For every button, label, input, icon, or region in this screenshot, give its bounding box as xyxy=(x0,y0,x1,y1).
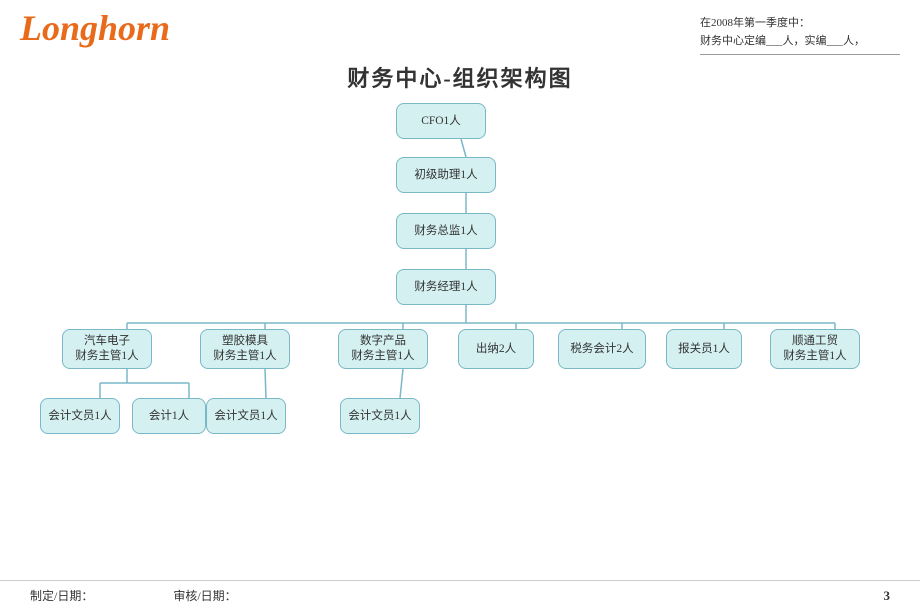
org-chart: CFO1人 初级助理1人 财务总监1人 财务经理1人 汽车电子 财务主管1人 塑… xyxy=(0,103,920,483)
review-label: 审核/日期： xyxy=(173,587,236,604)
node-shuntong: 顺通工贸 财务主管1人 xyxy=(770,329,860,369)
node-acc-clerk1: 会计文员1人 xyxy=(40,398,120,434)
node-manager: 财务经理1人 xyxy=(396,269,496,305)
node-digital-product: 数字产品 财务主管1人 xyxy=(338,329,428,369)
node-tax-accountant: 税务会计2人 xyxy=(558,329,646,369)
top-right-line1: 在2008年第一季度中： xyxy=(700,15,900,33)
node-acc-clerk3: 会计文员1人 xyxy=(340,398,420,434)
footer-left: 制定/日期： 审核/日期： xyxy=(30,587,237,604)
header: Longhorn 在2008年第一季度中： 财务中心定编___人，实编___人， xyxy=(0,0,920,55)
top-right-line2: 财务中心定编___人，实编___人， xyxy=(700,33,900,51)
page-title: 财务中心-组织架构图 xyxy=(0,61,920,93)
node-plastic-mold: 塑胶模具 财务主管1人 xyxy=(200,329,290,369)
node-assistant: 初级助理1人 xyxy=(396,157,496,193)
page-number: 3 xyxy=(884,588,891,604)
footer: 制定/日期： 审核/日期： 3 xyxy=(0,580,920,604)
top-right-info: 在2008年第一季度中： 财务中心定编___人，实编___人， xyxy=(700,15,900,55)
made-label: 制定/日期： xyxy=(30,587,93,604)
node-cashier: 出纳2人 xyxy=(458,329,534,369)
node-acc-clerk2: 会计文员1人 xyxy=(206,398,286,434)
node-auto-electronics: 汽车电子 财务主管1人 xyxy=(62,329,152,369)
node-general-manager: 财务总监1人 xyxy=(396,213,496,249)
node-customs: 报关员1人 xyxy=(666,329,742,369)
logo: Longhorn xyxy=(20,10,170,46)
node-cfo: CFO1人 xyxy=(396,103,486,139)
node-accountant1: 会计1人 xyxy=(132,398,206,434)
